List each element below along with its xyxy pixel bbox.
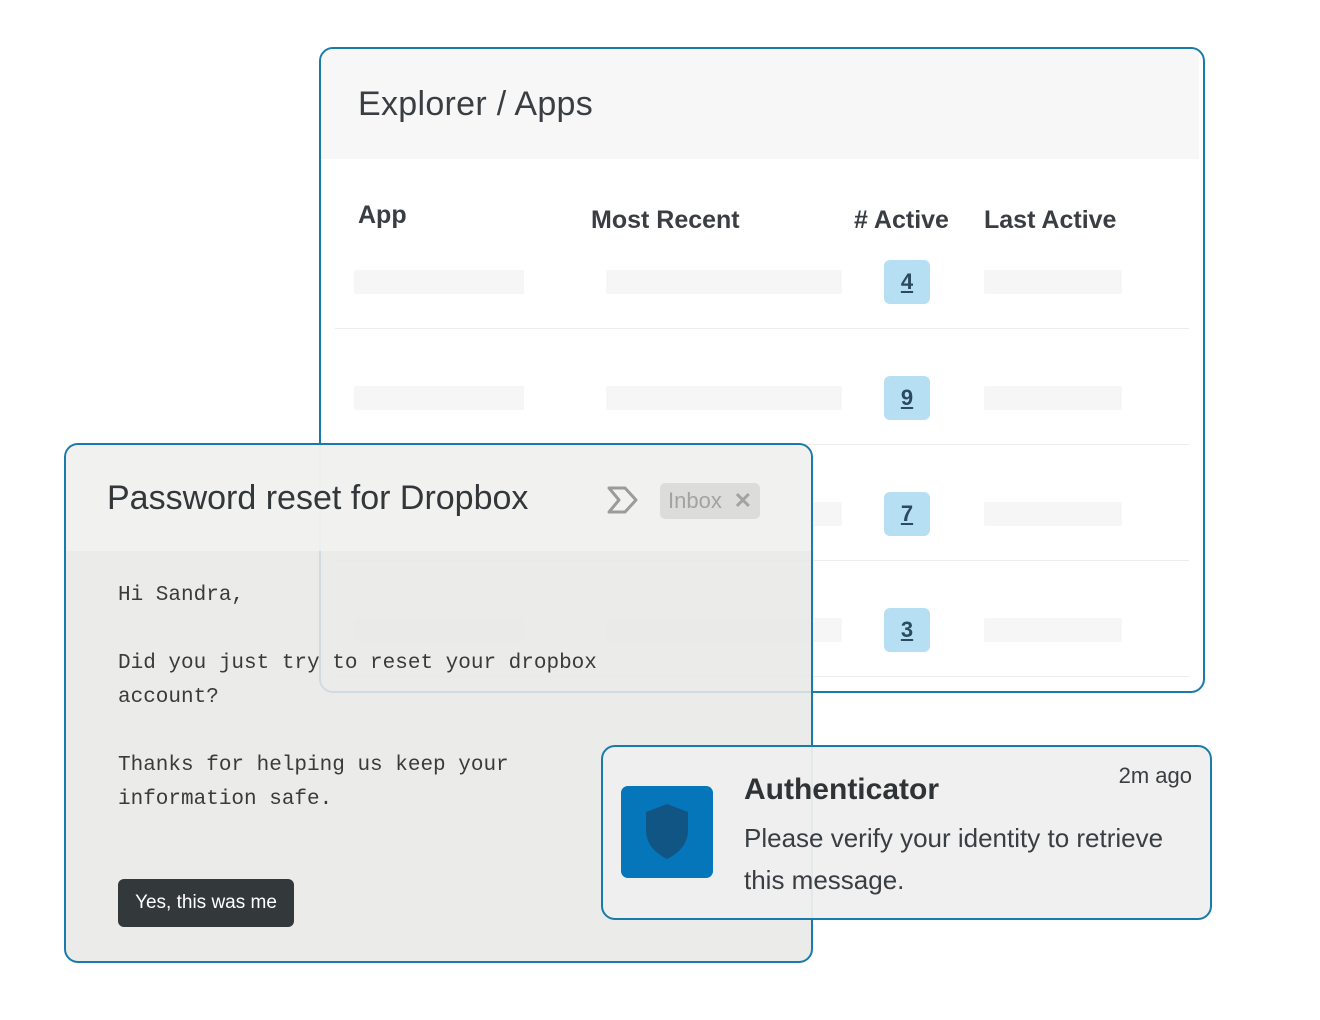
last-active-placeholder (984, 502, 1122, 526)
authenticator-notification[interactable]: Authenticator 2m ago Please verify your … (601, 745, 1212, 920)
shield-icon (621, 804, 713, 882)
email-question: Did you just try to reset your dropbox a… (118, 652, 610, 709)
app-icon-tile (621, 786, 713, 878)
last-active-placeholder (984, 618, 1122, 642)
most-recent-placeholder (606, 386, 842, 410)
close-icon[interactable]: ✕ (734, 483, 752, 519)
explorer-header: Explorer / Apps (321, 49, 1199, 159)
app-placeholder (354, 270, 524, 294)
row-divider (335, 328, 1189, 329)
last-active-placeholder (984, 386, 1122, 410)
notification-title: Authenticator (744, 773, 939, 806)
stage: Explorer / Apps App Most Recent # Active… (0, 0, 1320, 1020)
active-count-link[interactable]: 3 (884, 608, 930, 652)
notification-message: Please verify your identity to retrieve … (744, 823, 1164, 895)
email-greeting: Hi Sandra, (118, 584, 245, 607)
most-recent-placeholder (606, 270, 842, 294)
label-arrow-icon[interactable] (606, 485, 640, 515)
app-placeholder (354, 386, 524, 410)
column-header-active-count[interactable]: # Active (854, 206, 949, 235)
email-header: Password reset for Dropbox Inbox ✕ (66, 445, 811, 551)
inbox-chip: Inbox ✕ (660, 483, 760, 519)
active-count-link[interactable]: 7 (884, 492, 930, 536)
column-header-most-recent[interactable]: Most Recent (591, 206, 740, 235)
explorer-title: Explorer / Apps (358, 85, 594, 123)
active-count-link[interactable]: 4 (884, 260, 930, 304)
confirm-button[interactable]: Yes, this was me (118, 879, 294, 927)
email-subject: Password reset for Dropbox (107, 479, 529, 517)
column-header-app[interactable]: App (358, 201, 407, 230)
notification-time: 2m ago (1118, 763, 1192, 788)
last-active-placeholder (984, 270, 1122, 294)
active-count-link[interactable]: 9 (884, 376, 930, 420)
column-header-last-active[interactable]: Last Active (984, 206, 1116, 235)
inbox-chip-label: Inbox (668, 488, 722, 513)
email-thanks: Thanks for helping us keep your informat… (118, 754, 522, 811)
